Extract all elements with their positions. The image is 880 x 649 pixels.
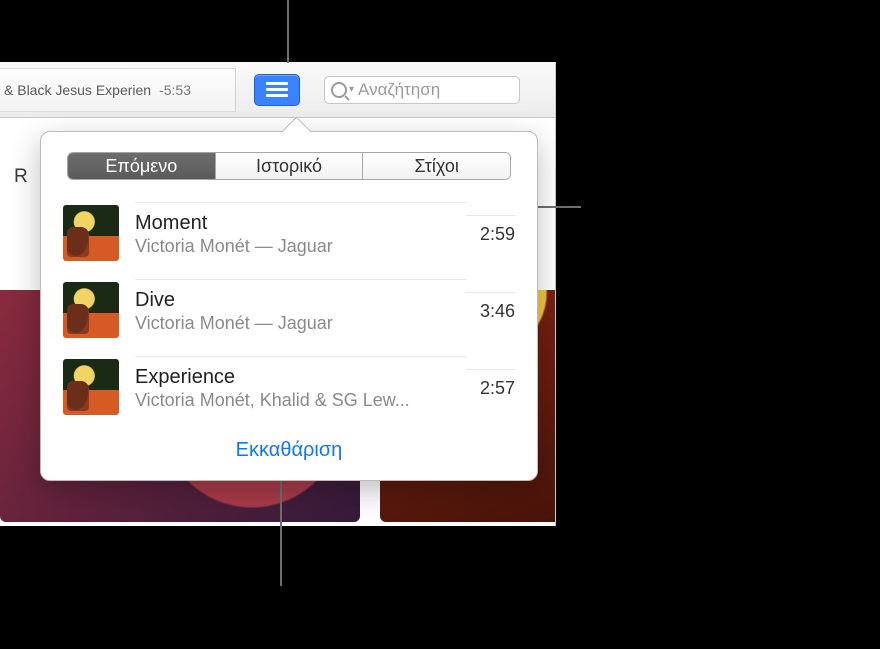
tab-lyrics[interactable]: Στίχοι [363,153,510,179]
list-icon [266,88,288,91]
track-artwork [63,205,119,261]
track-artist: Victoria Monét, Khalid & SG Lew... [135,389,466,411]
segmented-control: Επόμενο Ιστορικό Στίχοι [67,152,511,180]
chevron-down-icon: ▾ [349,84,354,95]
clear-queue-link[interactable]: Εκκαθάριση [57,439,521,462]
callout-line [287,0,289,63]
tab-history[interactable]: Ιστορικό [216,153,364,179]
track-artist: Victoria Monét — Jaguar [135,312,466,334]
track-title: Experience [135,365,466,389]
track-artwork [63,359,119,415]
track-duration: 3:46 [466,292,515,328]
up-next-popover: Επόμενο Ιστορικό Στίχοι Moment Victoria … [40,131,538,481]
track-title: Dive [135,288,466,312]
callout-line [280,478,282,586]
tab-radio-fragment[interactable]: R [14,166,28,188]
track-artwork [63,282,119,338]
toolbar: & Black Jesus Experien -5:53 ▾ Αναζήτηση [0,62,556,118]
track-artist: Victoria Monét — Jaguar [135,235,466,257]
tab-up-next[interactable]: Επόμενο [68,153,216,179]
up-next-button[interactable] [254,74,300,106]
track-duration: 2:59 [466,215,515,251]
list-icon [266,82,288,85]
now-playing-remaining: -5:53 [159,82,191,98]
search-icon [331,82,347,98]
track-title: Moment [135,211,466,235]
now-playing-lcd[interactable]: & Black Jesus Experien -5:53 [0,68,236,112]
queue-list: Moment Victoria Monét — Jaguar 2:59 Dive… [57,194,521,425]
track-duration: 2:57 [466,369,515,405]
queue-item[interactable]: Experience Victoria Monét, Khalid & SG L… [57,348,521,425]
queue-item[interactable]: Dive Victoria Monét — Jaguar 3:46 [57,271,521,348]
now-playing-title: & Black Jesus Experien [4,82,151,98]
search-input[interactable]: ▾ Αναζήτηση [324,76,520,104]
search-placeholder: Αναζήτηση [358,80,440,100]
list-icon [266,94,288,97]
queue-item[interactable]: Moment Victoria Monét — Jaguar 2:59 [57,194,521,271]
